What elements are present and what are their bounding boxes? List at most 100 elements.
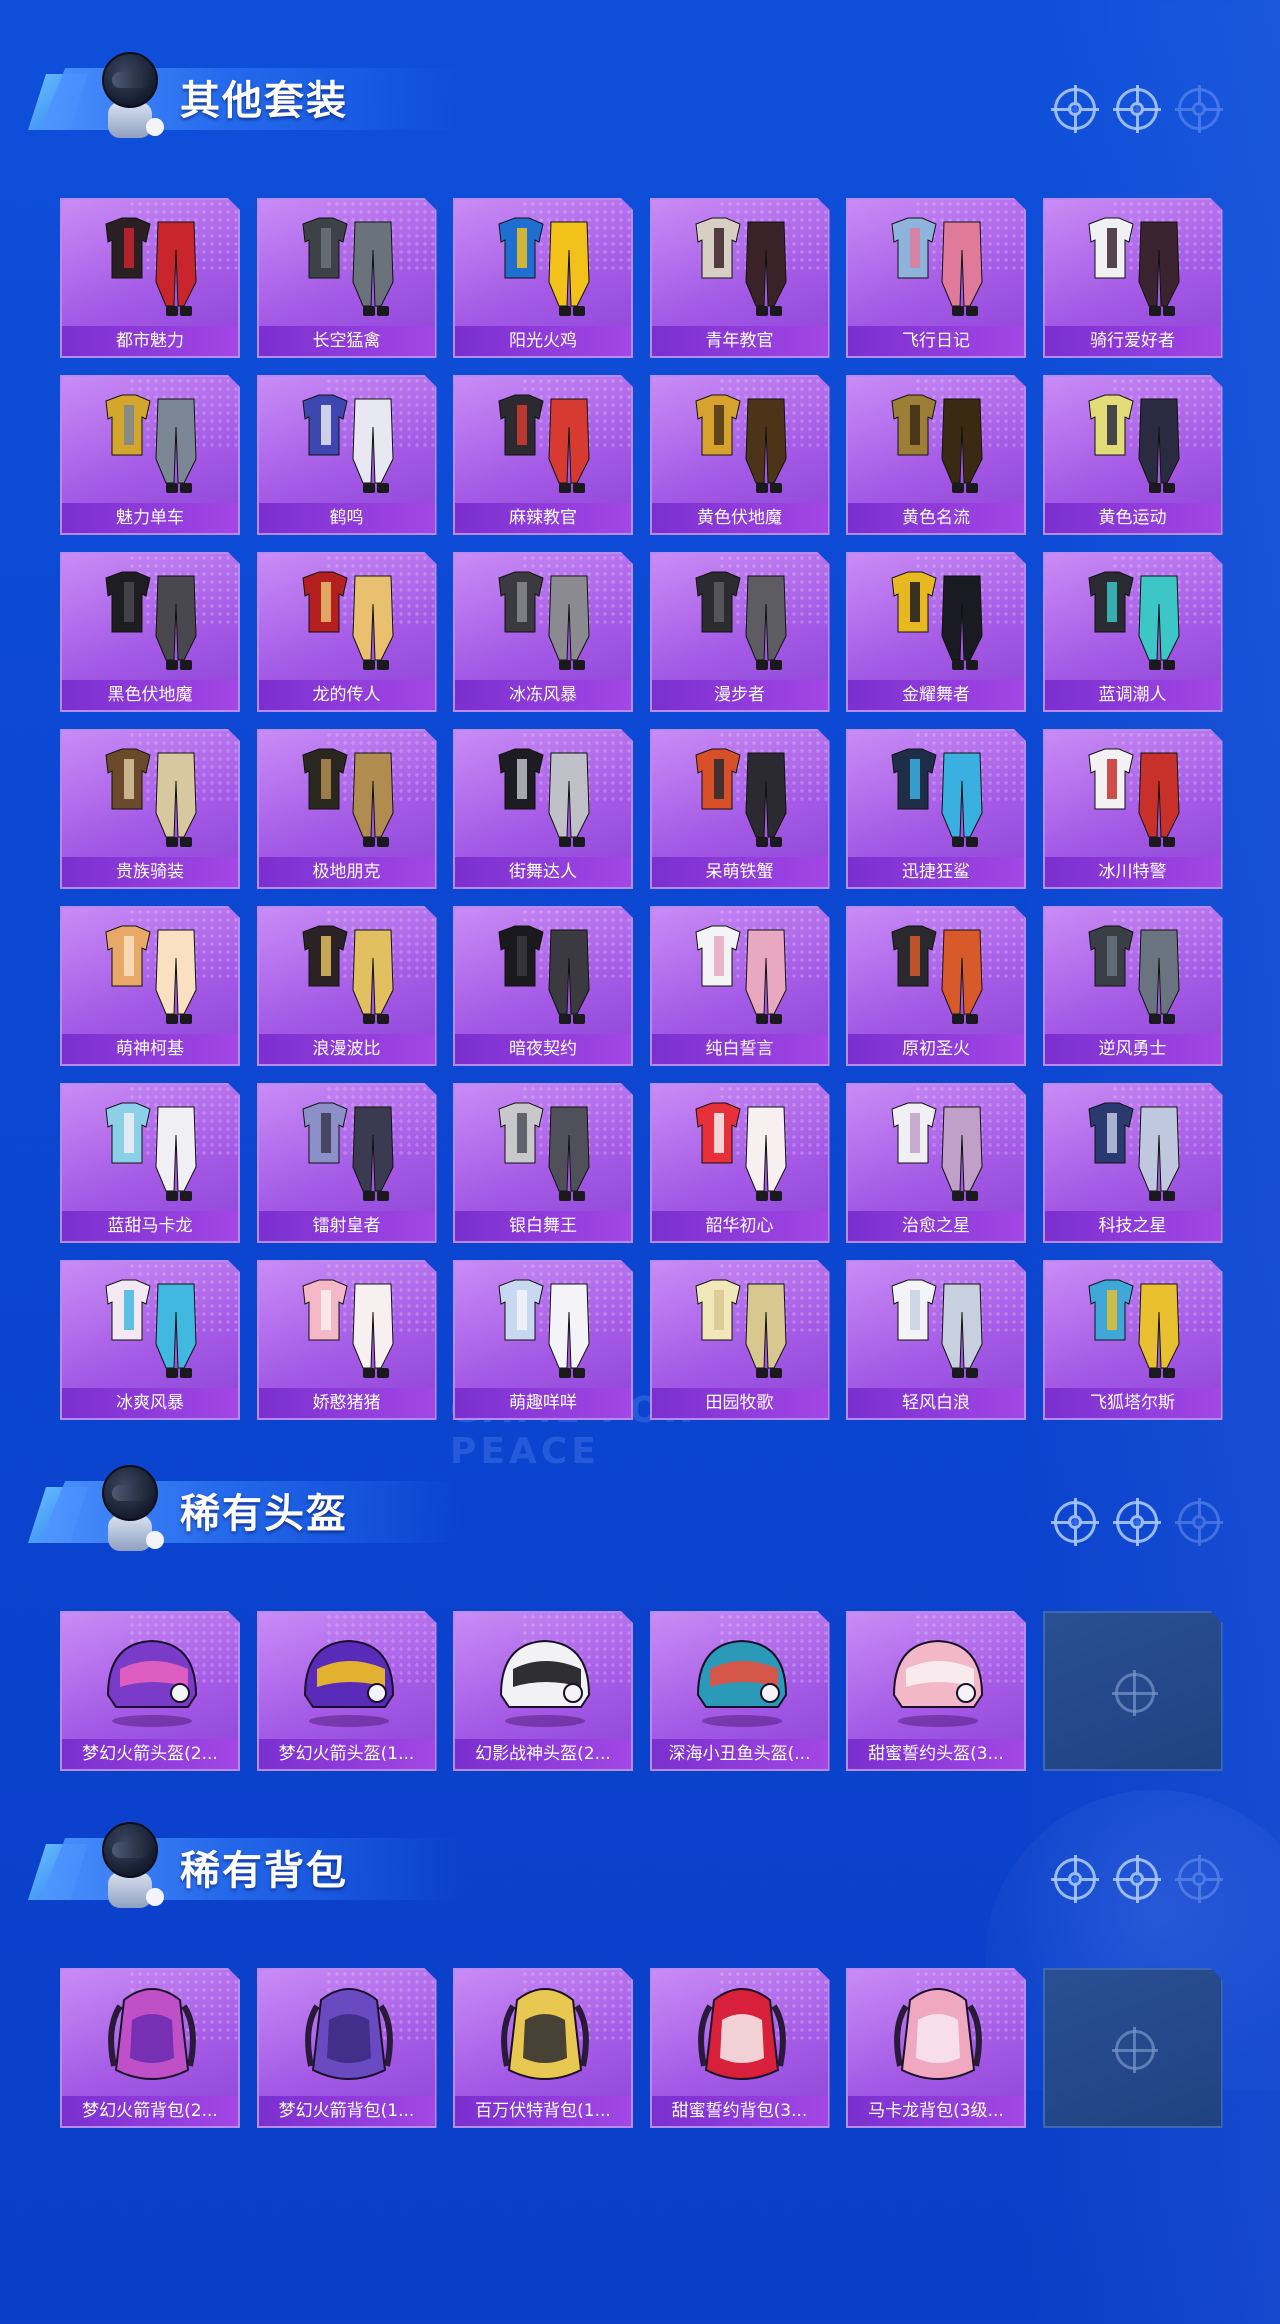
outfit-card[interactable]: 轻风白浪 bbox=[846, 1260, 1026, 1420]
outfit-card-label: 逆风勇士 bbox=[1044, 1034, 1221, 1064]
outfit-card[interactable]: 鹤鸣 bbox=[256, 375, 437, 535]
outfit-card-label: 冰冻风暴 bbox=[455, 680, 631, 710]
outfit-icon bbox=[281, 564, 417, 676]
outfit-card[interactable]: 原初圣火 bbox=[846, 906, 1026, 1066]
outfit-card-label: 漫步者 bbox=[651, 680, 828, 710]
outfit-card-label: 魅力单车 bbox=[62, 503, 238, 533]
outfit-card[interactable]: 街舞达人 bbox=[453, 729, 633, 889]
crosshair-icon bbox=[1051, 1498, 1099, 1546]
outfit-card-label: 呆萌铁蟹 bbox=[651, 857, 828, 887]
backpack-card[interactable]: 马卡龙背包(3级... bbox=[846, 1968, 1026, 2128]
outfit-card[interactable]: 蓝甜马卡龙 bbox=[60, 1083, 240, 1243]
backpack-icon bbox=[477, 1980, 613, 2092]
outfit-card[interactable]: 极地朋克 bbox=[256, 729, 437, 889]
outfit-card-label: 镭射皇者 bbox=[258, 1211, 435, 1241]
outfit-icon bbox=[674, 210, 810, 322]
outfit-icon bbox=[84, 387, 220, 499]
outfit-card[interactable]: 阳光火鸡 bbox=[453, 198, 633, 358]
backpack-card[interactable]: 甜蜜誓约背包(3... bbox=[649, 1968, 830, 2128]
outfit-card-label: 金耀舞者 bbox=[848, 680, 1024, 710]
outfit-card[interactable]: 飞行日记 bbox=[846, 198, 1026, 358]
outfit-icon bbox=[674, 741, 810, 853]
outfit-card[interactable]: 萌趣咩咩 bbox=[453, 1260, 633, 1420]
backpack-card-label: 百万伏特背包(1... bbox=[455, 2096, 631, 2126]
helmet-card[interactable]: 深海小丑鱼头盔(... bbox=[649, 1611, 830, 1771]
outfit-card[interactable]: 黑色伏地魔 bbox=[60, 552, 240, 712]
outfit-card[interactable]: 麻辣教官 bbox=[453, 375, 633, 535]
section-header: 其他套装 bbox=[28, 40, 460, 160]
outfit-card[interactable]: 贵族骑装 bbox=[60, 729, 240, 889]
empty-slot bbox=[1042, 1611, 1223, 1771]
outfit-card[interactable]: 长空猛禽 bbox=[256, 198, 437, 358]
outfit-card[interactable]: 萌神柯基 bbox=[60, 906, 240, 1066]
outfit-card[interactable]: 纯白誓言 bbox=[649, 906, 830, 1066]
helmet-card-label: 梦幻火箭头盔(1... bbox=[258, 1739, 435, 1769]
outfit-card[interactable]: 黄色伏地魔 bbox=[649, 375, 830, 535]
outfit-card[interactable]: 黄色名流 bbox=[846, 375, 1026, 535]
outfit-card[interactable]: 科技之星 bbox=[1042, 1083, 1223, 1243]
outfit-card[interactable]: 都市魅力 bbox=[60, 198, 240, 358]
outfit-card[interactable]: 飞狐塔尔斯 bbox=[1042, 1260, 1223, 1420]
outfit-icon bbox=[477, 564, 613, 676]
outfit-card-label: 麻辣教官 bbox=[455, 503, 631, 533]
outfit-icon bbox=[1067, 1095, 1203, 1207]
outfit-card[interactable]: 逆风勇士 bbox=[1042, 906, 1223, 1066]
outfit-icon bbox=[870, 387, 1006, 499]
outfit-card[interactable]: 冰冻风暴 bbox=[453, 552, 633, 712]
outfit-icon bbox=[870, 1272, 1006, 1384]
outfit-card[interactable]: 漫步者 bbox=[649, 552, 830, 712]
outfit-card[interactable]: 迅捷狂鲨 bbox=[846, 729, 1026, 889]
outfit-card-label: 青年教官 bbox=[651, 326, 828, 356]
outfit-icon bbox=[870, 1095, 1006, 1207]
outfit-icon bbox=[84, 210, 220, 322]
outfit-card[interactable]: 治愈之星 bbox=[846, 1083, 1026, 1243]
crosshair-icon bbox=[1113, 1855, 1161, 1903]
outfit-icon bbox=[674, 387, 810, 499]
outfit-card[interactable]: 青年教官 bbox=[649, 198, 830, 358]
outfit-icon bbox=[1067, 387, 1203, 499]
outfit-icon bbox=[870, 918, 1006, 1030]
crosshair-icon bbox=[1113, 85, 1161, 133]
section-title: 其他套装 bbox=[180, 78, 348, 124]
outfit-card[interactable]: 黄色运动 bbox=[1042, 375, 1223, 535]
section-title: 稀有背包 bbox=[180, 1848, 348, 1894]
outfit-card[interactable]: 浪漫波比 bbox=[256, 906, 437, 1066]
outfit-card[interactable]: 魅力单车 bbox=[60, 375, 240, 535]
outfit-card-label: 街舞达人 bbox=[455, 857, 631, 887]
crosshair-decorations bbox=[1051, 85, 1234, 133]
outfit-card[interactable]: 冰川特警 bbox=[1042, 729, 1223, 889]
outfit-card[interactable]: 龙的传人 bbox=[256, 552, 437, 712]
outfit-card[interactable]: 蓝调潮人 bbox=[1042, 552, 1223, 712]
backpack-card[interactable]: 百万伏特背包(1... bbox=[453, 1968, 633, 2128]
outfit-icon bbox=[84, 1095, 220, 1207]
crosshair-icon bbox=[1175, 1498, 1223, 1546]
outfit-card[interactable]: 暗夜契约 bbox=[453, 906, 633, 1066]
outfit-card[interactable]: 呆萌铁蟹 bbox=[649, 729, 830, 889]
helmet-card[interactable]: 梦幻火箭头盔(2... bbox=[60, 1611, 240, 1771]
backpack-card[interactable]: 梦幻火箭背包(1... bbox=[256, 1968, 437, 2128]
outfit-card[interactable]: 韶华初心 bbox=[649, 1083, 830, 1243]
section-header: 稀有头盔 bbox=[28, 1453, 460, 1573]
outfit-card[interactable]: 田园牧歌 bbox=[649, 1260, 830, 1420]
outfit-card[interactable]: 镭射皇者 bbox=[256, 1083, 437, 1243]
backpack-icon bbox=[84, 1980, 220, 2092]
outfit-card-label: 治愈之星 bbox=[848, 1211, 1024, 1241]
helmet-card[interactable]: 甜蜜誓约头盔(3... bbox=[846, 1611, 1026, 1771]
backpack-card[interactable]: 梦幻火箭背包(2... bbox=[60, 1968, 240, 2128]
crosshair-icon bbox=[1175, 1855, 1223, 1903]
outfit-icon bbox=[674, 1272, 810, 1384]
helmet-card[interactable]: 幻影战神头盔(2... bbox=[453, 1611, 633, 1771]
outfit-card[interactable]: 银白舞王 bbox=[453, 1083, 633, 1243]
outfit-icon bbox=[477, 918, 613, 1030]
outfit-card[interactable]: 娇憨猪猪 bbox=[256, 1260, 437, 1420]
helmet-card[interactable]: 梦幻火箭头盔(1... bbox=[256, 1611, 437, 1771]
outfit-card[interactable]: 冰爽风暴 bbox=[60, 1260, 240, 1420]
outfit-icon bbox=[281, 1272, 417, 1384]
outfit-card-label: 萌神柯基 bbox=[62, 1034, 238, 1064]
helmet-icon bbox=[281, 1623, 417, 1735]
mascot-icon bbox=[90, 1810, 170, 1922]
outfit-card[interactable]: 骑行爱好者 bbox=[1042, 198, 1223, 358]
outfit-card[interactable]: 金耀舞者 bbox=[846, 552, 1026, 712]
outfit-card-label: 都市魅力 bbox=[62, 326, 238, 356]
outfit-card-label: 黄色名流 bbox=[848, 503, 1024, 533]
